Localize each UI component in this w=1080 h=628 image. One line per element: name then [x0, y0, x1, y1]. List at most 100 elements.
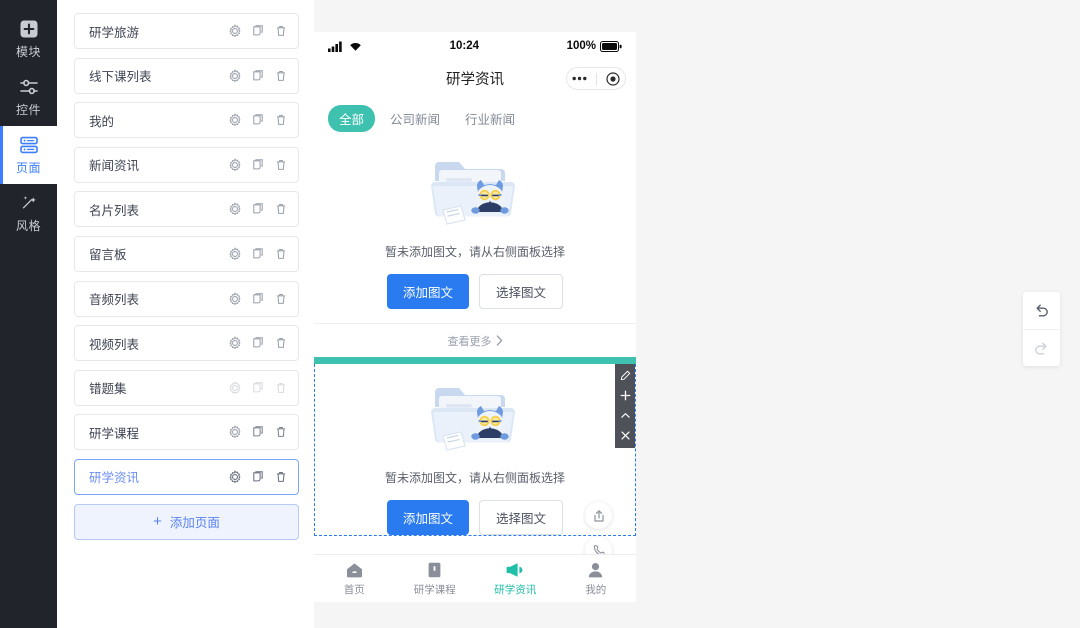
gear-icon[interactable]: [228, 113, 242, 127]
trash-icon[interactable]: [274, 425, 288, 439]
gear-icon[interactable]: [228, 247, 242, 261]
redo-button[interactable]: [1023, 329, 1060, 366]
tabbar-item-courses[interactable]: 研学课程: [395, 561, 476, 597]
rail-item-label: 模块: [15, 44, 41, 59]
page-row[interactable]: 错题集: [74, 369, 299, 406]
page-row[interactable]: 音频列表: [74, 280, 299, 317]
page-row-name: 研学资讯: [89, 471, 140, 486]
book-icon: [428, 562, 441, 577]
gear-icon[interactable]: [228, 157, 242, 172]
chevron-up-icon[interactable]: [620, 410, 631, 421]
page-row-actions: [228, 157, 288, 172]
widgets-icon: [19, 79, 38, 94]
tab-all[interactable]: 全部: [328, 105, 376, 132]
copy-icon[interactable]: [251, 202, 265, 216]
plus-icon[interactable]: [620, 390, 631, 401]
rail-item-style[interactable]: 风格: [0, 184, 57, 242]
wechat-capsule[interactable]: [566, 67, 626, 90]
trash-icon[interactable]: [274, 247, 288, 261]
pencil-icon[interactable]: [620, 370, 631, 381]
copy-icon[interactable]: [251, 247, 265, 261]
page-row-actions: [228, 68, 288, 83]
chevron-right-icon: [496, 335, 502, 346]
rail-item-label: 风格: [15, 218, 41, 233]
signal-bars-icon: [328, 41, 342, 52]
trash-icon[interactable]: [274, 202, 288, 216]
tabbar-item-news[interactable]: 研学资讯: [475, 561, 556, 597]
copy-icon[interactable]: [251, 113, 265, 127]
page-row-selected[interactable]: 研学资讯: [74, 458, 299, 495]
history-controls: [1023, 292, 1060, 366]
trash-icon[interactable]: [274, 24, 288, 38]
copy-icon[interactable]: [251, 292, 265, 306]
page-row[interactable]: 新闻资讯: [74, 146, 299, 183]
page-row[interactable]: 我的: [74, 102, 299, 139]
copy-icon[interactable]: [251, 336, 265, 350]
add-article-button[interactable]: 添加图文: [386, 500, 469, 535]
gear-icon[interactable]: [228, 470, 242, 484]
page-row[interactable]: 名片列表: [74, 191, 299, 228]
undo-button[interactable]: [1023, 292, 1060, 329]
person-icon: [589, 562, 603, 577]
page-row-actions: [228, 470, 288, 484]
gear-icon[interactable]: [228, 380, 242, 395]
tab-company-news[interactable]: 公司新闻: [380, 105, 450, 132]
gear-icon[interactable]: [228, 202, 242, 216]
tabbar-item-mine[interactable]: 我的: [556, 561, 637, 597]
page-row[interactable]: 线下课列表: [74, 57, 299, 94]
copy-icon[interactable]: [251, 24, 265, 38]
page-row-name: 新闻资讯: [89, 159, 140, 174]
add-page-button[interactable]: + 添加页面: [74, 503, 299, 540]
rail-item-widgets[interactable]: 控件: [0, 68, 57, 126]
copy-icon[interactable]: [251, 158, 265, 172]
target-circle-icon[interactable]: [606, 71, 620, 86]
page-row[interactable]: 视频列表: [74, 325, 299, 362]
select-article-button[interactable]: 选择图文: [479, 274, 564, 309]
trash-icon[interactable]: [274, 381, 288, 395]
plus-square-icon: [20, 20, 37, 37]
copy-icon[interactable]: [251, 470, 265, 484]
tab-industry-news[interactable]: 行业新闻: [455, 105, 525, 132]
page-row[interactable]: 研学课程: [74, 414, 299, 451]
trash-icon[interactable]: [274, 292, 288, 306]
more-dots-icon[interactable]: [572, 76, 587, 81]
empty-state-tip: 暂未添加图文，请从右侧面板选择: [384, 471, 565, 485]
copy-icon[interactable]: [251, 425, 265, 439]
page-row[interactable]: 留言板: [74, 235, 299, 272]
tabbar-item-home[interactable]: 首页: [314, 561, 395, 597]
copy-icon[interactable]: [251, 381, 265, 395]
trash-icon[interactable]: [274, 158, 288, 172]
empty-state-tip: 暂未添加图文，请从右侧面板选择: [384, 245, 565, 259]
trash-icon[interactable]: [274, 336, 288, 350]
gear-icon[interactable]: [228, 291, 242, 306]
select-article-button[interactable]: 选择图文: [479, 500, 564, 535]
copy-icon[interactable]: [251, 69, 265, 83]
page-row-name: 视频列表: [89, 337, 140, 352]
battery-percent: 100%: [566, 40, 596, 52]
trash-icon[interactable]: [274, 470, 288, 484]
owl-folder-illustration: [431, 162, 515, 225]
tabbar-label: 我的: [585, 583, 607, 596]
close-icon[interactable]: [620, 430, 631, 441]
page-row[interactable]: 研学旅游: [74, 13, 299, 49]
gear-icon[interactable]: [228, 336, 242, 350]
capsule-divider: [595, 72, 597, 85]
add-article-button[interactable]: 添加图文: [386, 274, 469, 309]
home-icon: [346, 562, 362, 577]
gear-icon[interactable]: [228, 425, 242, 439]
page-row-name: 研学旅游: [89, 25, 140, 40]
rail-item-label: 控件: [15, 102, 41, 117]
pages-icon: [19, 136, 38, 153]
share-fab[interactable]: [585, 502, 612, 529]
trash-icon[interactable]: [274, 69, 288, 83]
see-more-row[interactable]: 查看更多: [314, 323, 636, 357]
battery-full-icon: [600, 40, 622, 52]
tabbar-label: 首页: [343, 583, 365, 596]
gear-icon[interactable]: [228, 68, 242, 83]
gear-icon[interactable]: [228, 24, 242, 38]
rail-item-modules[interactable]: 模块: [0, 10, 57, 68]
status-right: 100%: [567, 40, 622, 52]
phone-preview: 10:24 100% 研学资讯 全部 公司新闻 行业新闻 暂未添加图文，请从右侧…: [314, 32, 636, 602]
rail-item-pages[interactable]: 页面: [0, 126, 57, 184]
trash-icon[interactable]: [274, 113, 288, 127]
